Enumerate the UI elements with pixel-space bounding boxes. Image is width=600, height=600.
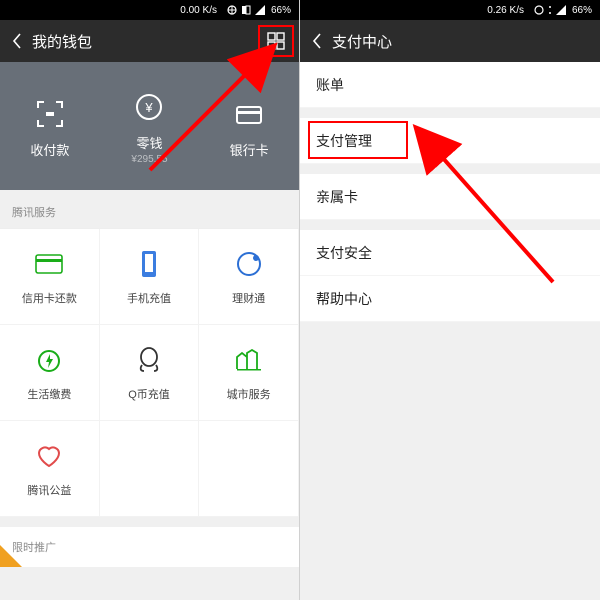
status-icons: [227, 5, 265, 15]
heart-icon: [36, 440, 62, 472]
promo-section[interactable]: 限时推广: [0, 527, 299, 567]
battery-text: 66%: [271, 5, 291, 16]
top-bar: 我的钱包: [0, 20, 299, 62]
page-title: 我的钱包: [32, 31, 92, 52]
row-help[interactable]: 帮助中心: [300, 276, 600, 322]
back-button[interactable]: [8, 33, 26, 49]
wallet-screen: 0.00 K/s 66% 我的钱包 收付款: [0, 0, 300, 600]
status-bar: 0.00 K/s 66%: [0, 0, 299, 20]
card-icon: [204, 94, 294, 134]
top-bar: 支付中心: [300, 20, 600, 62]
balance-button[interactable]: ¥ 零钱 ¥295.55: [104, 87, 194, 165]
bolt-icon: [37, 344, 61, 376]
row-pay-security[interactable]: 支付安全: [300, 230, 600, 276]
service-topup[interactable]: 手机充值: [100, 229, 200, 325]
wealth-icon: [236, 248, 262, 280]
yen-icon: ¥: [104, 87, 194, 127]
svg-text:¥: ¥: [145, 100, 154, 115]
row-pay-manage[interactable]: 支付管理: [300, 118, 600, 164]
qr-icon: [5, 94, 95, 134]
row-bills[interactable]: 账单: [300, 62, 600, 108]
wallet-header: 收付款 ¥ 零钱 ¥295.55 银行卡: [0, 62, 299, 190]
net-speed: 0.26 K/s: [487, 5, 524, 16]
net-speed: 0.00 K/s: [180, 5, 217, 16]
battery-text: 66%: [572, 5, 592, 16]
page-title: 支付中心: [332, 31, 392, 52]
cards-button[interactable]: 银行卡: [204, 94, 294, 159]
balance-amount: ¥295.55: [104, 154, 194, 165]
service-empty: [100, 421, 200, 517]
promo-badge-icon: [0, 545, 22, 567]
menu-grid-button[interactable]: [261, 27, 291, 55]
service-city[interactable]: 城市服务: [199, 325, 299, 421]
settings-list: 账单 支付管理 亲属卡 支付安全 帮助中心: [300, 62, 600, 322]
service-credit-card[interactable]: 信用卡还款: [0, 229, 100, 325]
card-icon: [35, 248, 63, 280]
phone-icon: [140, 248, 158, 280]
city-icon: [235, 344, 263, 376]
status-bar: 0.26 K/s 66%: [300, 0, 600, 20]
money-code-button[interactable]: 收付款: [5, 94, 95, 159]
back-button[interactable]: [308, 33, 326, 49]
services-grid: 信用卡还款 手机充值 理财通 生活缴费 Q币充值 城市服务 腾讯公益: [0, 228, 299, 517]
row-family-card[interactable]: 亲属卡: [300, 174, 600, 220]
paycenter-screen: 0.26 K/s 66% 支付中心 账单 支付管理 亲属卡 支付安全 帮助中心: [300, 0, 600, 600]
status-icons: [534, 5, 566, 15]
service-qcoin[interactable]: Q币充值: [100, 325, 200, 421]
service-utilities[interactable]: 生活缴费: [0, 325, 100, 421]
section-title: 腾讯服务: [0, 190, 299, 228]
service-wealth[interactable]: 理财通: [199, 229, 299, 325]
service-empty: [199, 421, 299, 517]
qq-icon: [137, 344, 161, 376]
service-charity[interactable]: 腾讯公益: [0, 421, 100, 517]
